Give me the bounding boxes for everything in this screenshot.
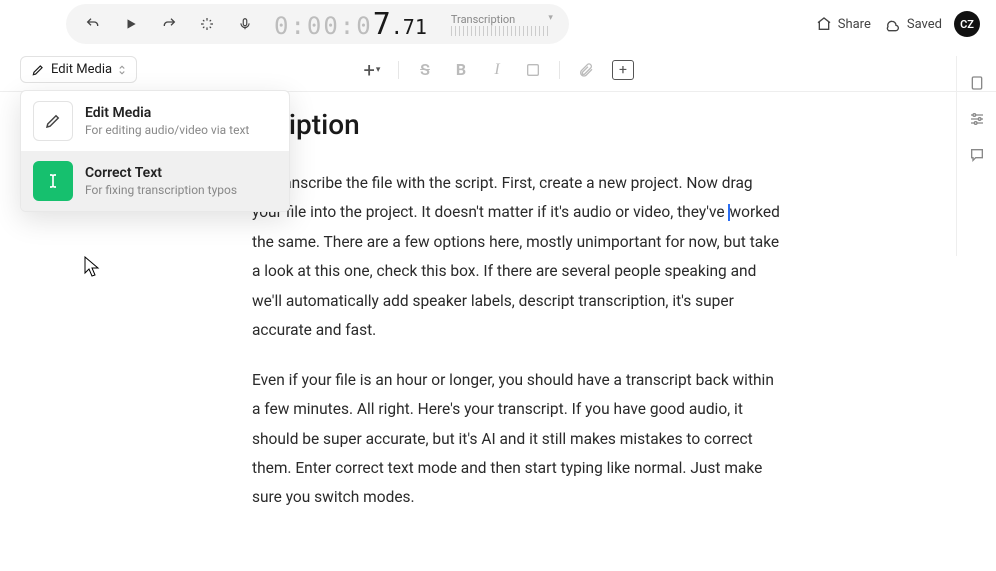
add-button[interactable]: +▾ xyxy=(362,60,382,80)
dropdown-item-sub: For fixing transcription typos xyxy=(85,183,237,197)
page-icon[interactable] xyxy=(968,74,986,92)
speaker-label[interactable]: Unknown speaker xyxy=(120,169,228,533)
avatar[interactable]: CZ xyxy=(954,11,980,37)
dropdown-item-edit-media[interactable]: Edit Media For editing audio/video via t… xyxy=(21,91,289,151)
comment-icon[interactable] xyxy=(968,146,986,164)
timecode-prefix: 0:00:0 xyxy=(274,12,373,40)
avatar-initials: CZ xyxy=(960,18,974,31)
share-button[interactable]: Share xyxy=(816,16,871,32)
transcript-paragraph[interactable]: To transcribe the file with the script. … xyxy=(252,169,780,346)
edit-mode-dropdown: Edit Media For editing audio/video via t… xyxy=(20,90,290,212)
dropdown-item-title: Edit Media xyxy=(85,105,249,121)
sparkle-icon[interactable] xyxy=(198,15,216,33)
separator xyxy=(398,61,399,79)
dropdown-item-sub: For editing audio/video via text xyxy=(85,123,249,137)
pencil-icon xyxy=(33,101,73,141)
saved-label: Saved xyxy=(907,17,942,32)
chevron-updown-icon xyxy=(118,64,126,76)
transcription-label: Transcription xyxy=(451,13,515,26)
timecode-seconds: 7 xyxy=(373,7,391,42)
attachment-icon[interactable] xyxy=(576,60,596,80)
saved-status[interactable]: Saved xyxy=(883,16,942,32)
edit-media-dropdown-button[interactable]: Edit Media xyxy=(20,56,137,83)
text-cursor-icon xyxy=(33,161,73,201)
separator xyxy=(559,61,560,79)
chevron-down-icon: ▾ xyxy=(548,13,553,23)
timecode: 0:00:07.71 xyxy=(274,7,427,42)
formatting-toolbar: Edit Media +▾ S B I + xyxy=(0,48,996,92)
dropdown-item-correct-text[interactable]: Correct Text For fixing transcription ty… xyxy=(21,151,289,211)
mic-icon[interactable] xyxy=(236,15,254,33)
right-rail xyxy=(956,56,996,256)
progress-ticks xyxy=(451,26,551,36)
undo-icon[interactable] xyxy=(84,15,102,33)
strikethrough-icon[interactable]: S xyxy=(415,60,435,80)
share-label: Share xyxy=(838,17,871,32)
transcription-progress[interactable]: Transcription ▾ xyxy=(451,13,551,36)
transcript-paragraph[interactable]: Even if your file is an hour or longer, … xyxy=(252,366,780,513)
redo-icon[interactable] xyxy=(160,15,178,33)
edit-media-label: Edit Media xyxy=(51,62,112,77)
bold-icon[interactable]: B xyxy=(451,60,471,80)
play-icon[interactable] xyxy=(122,15,140,33)
transport-controls: 0:00:07.71 Transcription ▾ xyxy=(66,4,569,44)
highlight-icon[interactable] xyxy=(523,60,543,80)
top-bar: 0:00:07.71 Transcription ▾ Share Saved C… xyxy=(0,0,996,48)
page-title[interactable]: scription xyxy=(250,108,780,141)
sliders-icon[interactable] xyxy=(968,110,986,128)
dropdown-item-title: Correct Text xyxy=(85,165,237,181)
add-comment-button[interactable]: + xyxy=(612,60,634,80)
timecode-cents: .71 xyxy=(391,15,427,39)
italic-icon[interactable]: I xyxy=(487,60,507,80)
